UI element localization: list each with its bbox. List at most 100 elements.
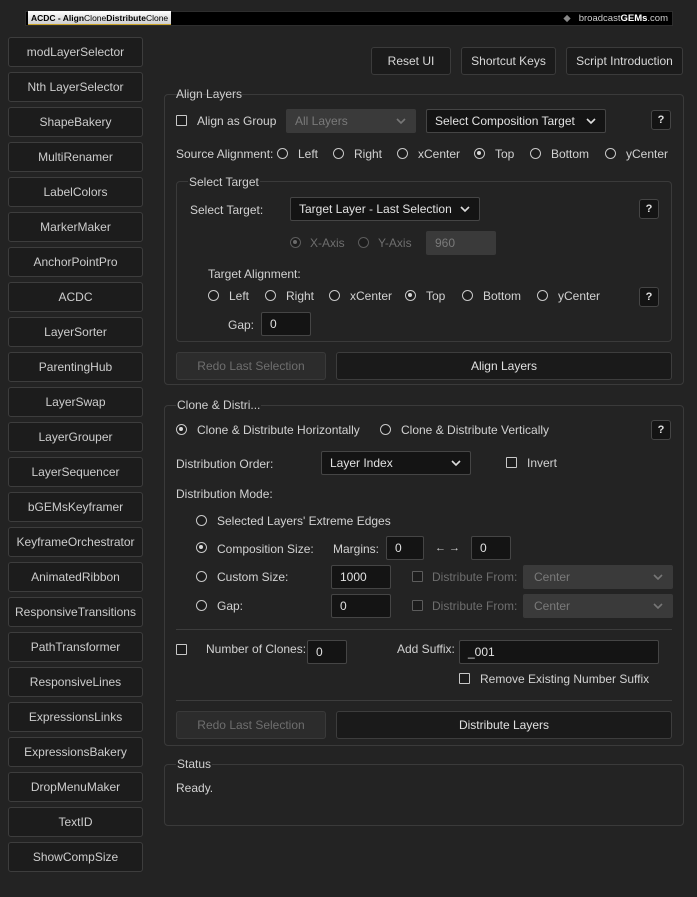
x-axis-label: X-Axis (310, 236, 345, 250)
sidebar-item-modlayerselector[interactable]: modLayerSelector (8, 37, 143, 67)
chevron-down-icon (653, 574, 663, 581)
sidebar-item-dropmenumaker[interactable]: DropMenuMaker (8, 772, 143, 802)
mode-extreme-edges-radio[interactable] (196, 515, 207, 526)
axis-value-input[interactable]: 960 (426, 231, 496, 255)
sidebar-item-shapebakery[interactable]: ShapeBakery (8, 107, 143, 137)
target-ycenter-label: yCenter (558, 289, 601, 303)
invert-checkbox[interactable] (506, 457, 517, 468)
divider (176, 700, 672, 701)
target-alignment-help-button[interactable]: ? (639, 287, 659, 307)
mode-custom-size-radio[interactable] (196, 571, 207, 582)
clone-redo-last-selection-button[interactable]: Redo Last Selection (176, 711, 326, 739)
chevron-down-icon (586, 118, 596, 125)
sidebar-item-layersorter[interactable]: LayerSorter (8, 317, 143, 347)
target-top-radio[interactable] (405, 290, 416, 301)
clone-horizontal-radio[interactable] (176, 424, 187, 435)
select-target-title: Select Target (188, 175, 260, 189)
mode-composition-size-radio[interactable] (196, 542, 207, 553)
sidebar-item-parentinghub[interactable]: ParentingHub (8, 352, 143, 382)
composition-target-dropdown[interactable]: Select Composition Target (426, 109, 606, 133)
x-axis-radio[interactable] (290, 237, 301, 248)
align-layers-title: Align Layers (176, 87, 243, 101)
source-bottom-radio[interactable] (530, 148, 541, 159)
sidebar-item-acdc[interactable]: ACDC (8, 282, 143, 312)
sidebar-item-animatedribbon[interactable]: AnimatedRibbon (8, 562, 143, 592)
number-of-clones-label: Number of Clones: (206, 642, 307, 656)
sidebar-item-nth-layerselector[interactable]: Nth LayerSelector (8, 72, 143, 102)
source-left-radio[interactable] (277, 148, 288, 159)
sidebar-item-expressionsbakery[interactable]: ExpressionsBakery (8, 737, 143, 767)
distribution-order-dropdown[interactable]: Layer Index (321, 451, 471, 475)
margin-left-input[interactable]: 0 (386, 536, 424, 560)
target-bottom-radio[interactable] (462, 290, 473, 301)
sidebar-item-responsivelines[interactable]: ResponsiveLines (8, 667, 143, 697)
target-xcenter-label: xCenter (350, 289, 393, 303)
sidebar-item-anchorpointpro[interactable]: AnchorPointPro (8, 247, 143, 277)
sidebar-item-keyframeorchestrator[interactable]: KeyframeOrchestrator (8, 527, 143, 557)
distribute-layers-button[interactable]: Distribute Layers (336, 711, 672, 739)
sidebar-item-layergrouper[interactable]: LayerGrouper (8, 422, 143, 452)
sidebar-item-multirenamer[interactable]: MultiRenamer (8, 142, 143, 172)
invert-label: Invert (527, 456, 558, 470)
title-banner: ACDC - AlignCloneDistributeClone ◆ broadc… (25, 11, 673, 26)
sidebar-item-markermaker[interactable]: MarkerMaker (8, 212, 143, 242)
select-target-dropdown[interactable]: Target Layer - Last Selection (290, 197, 480, 221)
target-left-radio[interactable] (208, 290, 219, 301)
status-text: Ready. (176, 781, 214, 795)
sidebar-item-pathtransformer[interactable]: PathTransformer (8, 632, 143, 662)
clone-vertical-radio[interactable] (380, 424, 391, 435)
distribute-from-checkbox[interactable] (412, 571, 423, 582)
target-ycenter-radio[interactable] (537, 290, 548, 301)
gap-input[interactable]: 0 (261, 312, 311, 336)
clone-vertical-label: Clone & Distribute Vertically (401, 423, 550, 437)
sidebar-item-layersequencer[interactable]: LayerSequencer (8, 457, 143, 487)
chevron-down-icon (396, 118, 406, 125)
distribute-from-2-checkbox[interactable] (412, 600, 423, 611)
target-bottom-label: Bottom (483, 289, 522, 303)
shortcut-keys-button[interactable]: Shortcut Keys (461, 47, 556, 75)
mode-gap-input[interactable]: 0 (331, 594, 391, 618)
broadcastgems-logo: ◆ broadcastGEMs.com (563, 13, 668, 24)
sidebar-item-textid[interactable]: TextID (8, 807, 143, 837)
sidebar-item-labelcolors[interactable]: LabelColors (8, 177, 143, 207)
clone-help-button[interactable]: ? (651, 420, 671, 440)
left-right-arrows-icon: ← → (435, 542, 461, 554)
align-help-button[interactable]: ? (651, 110, 671, 130)
suffix-input[interactable]: _001 (459, 640, 659, 664)
y-axis-radio[interactable] (358, 237, 369, 248)
source-right-radio[interactable] (333, 148, 344, 159)
number-of-clones-input[interactable]: 0 (307, 640, 347, 664)
chevron-down-icon (653, 603, 663, 610)
select-target-help-button[interactable]: ? (639, 199, 659, 219)
align-layers-button[interactable]: Align Layers (336, 352, 672, 380)
sidebar-item-showcompsize[interactable]: ShowCompSize (8, 842, 143, 872)
script-introduction-button[interactable]: Script Introduction (566, 47, 683, 75)
distribute-from-2-dropdown[interactable]: Center (523, 594, 673, 618)
number-of-clones-checkbox[interactable] (176, 644, 187, 655)
source-xcenter-radio[interactable] (397, 148, 408, 159)
chevron-down-icon (451, 460, 461, 467)
sidebar-item-responsivetransitions[interactable]: ResponsiveTransitions (8, 597, 143, 627)
align-as-group-checkbox[interactable] (176, 115, 187, 126)
all-layers-dropdown[interactable]: All Layers (286, 109, 416, 133)
mode-gap-radio[interactable] (196, 600, 207, 611)
status-panel (164, 764, 684, 826)
distribute-from-label: Distribute From: (432, 570, 518, 584)
sidebar-item-expressionslinks[interactable]: ExpressionsLinks (8, 702, 143, 732)
distribute-from-dropdown[interactable]: Center (523, 565, 673, 589)
y-axis-label: Y-Axis (378, 236, 412, 250)
source-top-radio[interactable] (474, 148, 485, 159)
remove-suffix-checkbox[interactable] (459, 673, 470, 684)
sidebar-item-layerswap[interactable]: LayerSwap (8, 387, 143, 417)
align-redo-last-selection-button[interactable]: Redo Last Selection (176, 352, 326, 380)
custom-size-input[interactable]: 1000 (331, 565, 391, 589)
sidebar-item-bgemskeyframer[interactable]: bGEMsKeyframer (8, 492, 143, 522)
target-right-radio[interactable] (265, 290, 276, 301)
target-right-label: Right (286, 289, 315, 303)
reset-ui-button[interactable]: Reset UI (371, 47, 451, 75)
source-ycenter-radio[interactable] (605, 148, 616, 159)
margin-right-input[interactable]: 0 (471, 536, 511, 560)
target-xcenter-radio[interactable] (329, 290, 340, 301)
source-right-label: Right (354, 147, 383, 161)
distribution-mode-label: Distribution Mode: (176, 487, 273, 501)
